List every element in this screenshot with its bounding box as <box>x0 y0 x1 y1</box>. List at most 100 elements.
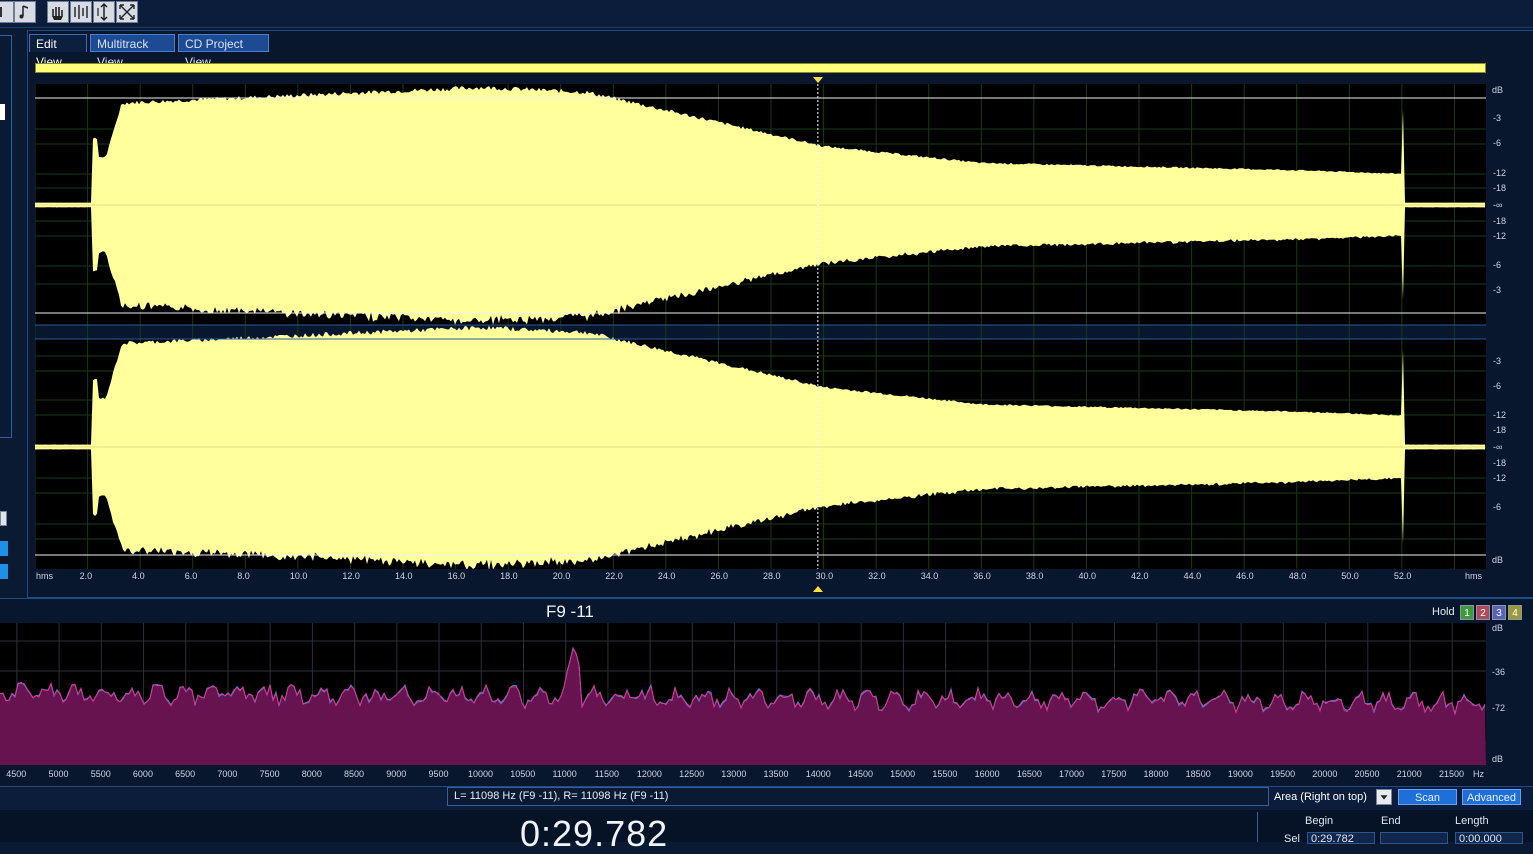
left-panel-control[interactable] <box>0 104 5 120</box>
time-display: 0:29.782 <box>520 813 669 854</box>
time-tick-label: 34.0 <box>920 571 939 581</box>
frequency-tick-label: 5000 <box>48 769 69 779</box>
frequency-tick-label: 12500 <box>679 769 705 779</box>
time-tick-label: 20.0 <box>552 571 571 581</box>
db-scale-tick: -12 <box>1493 410 1507 420</box>
cursor-marker-top-icon[interactable] <box>813 77 823 83</box>
time-tick-label: 14.0 <box>395 571 413 581</box>
db-scale-tick: -3 <box>1493 113 1502 123</box>
spectrum-db-top: dB <box>1492 623 1504 633</box>
tab-cd-project-view[interactable]: CD Project View <box>178 34 269 69</box>
zoom-fit-icon[interactable] <box>116 1 138 23</box>
db-scale-tick: -6 <box>1493 260 1502 270</box>
time-tick-label: 26.0 <box>710 571 728 581</box>
time-tick-label: 52.0 <box>1393 571 1412 581</box>
db-scale-tick: -3 <box>1493 285 1502 295</box>
frequency-tick-label: 10000 <box>468 769 494 779</box>
frequency-tick-label: 9500 <box>428 769 449 779</box>
hold-button-2[interactable]: 2 <box>1476 605 1490 620</box>
music-note-icon[interactable] <box>14 1 36 23</box>
frequency-tick-label: 4500 <box>6 769 27 779</box>
hold-label: Hold <box>1432 606 1455 618</box>
db-scale-tick: -6 <box>1493 138 1502 148</box>
area-mode-select[interactable]: Area (Right on top) <box>1274 788 1392 806</box>
frequency-tick-label: 11500 <box>594 769 620 779</box>
frequency-tick-label: 14000 <box>805 769 831 779</box>
time-tick-label: 2.0 <box>79 571 93 581</box>
left-dropdown-partial[interactable] <box>0 511 7 526</box>
zoom-vertical-icon[interactable] <box>93 1 115 23</box>
db-scale-tick: -18 <box>1493 425 1507 435</box>
end-label: End <box>1381 815 1401 827</box>
tab-edit-view[interactable]: Edit View <box>29 34 87 69</box>
frequency-tick-label: 13000 <box>721 769 747 779</box>
frequency-tick-label: 8000 <box>301 769 322 779</box>
db-scale-tick: -18 <box>1493 183 1507 193</box>
frequency-tick-label: 19500 <box>1270 769 1296 779</box>
time-tick-label: 18.0 <box>500 571 518 581</box>
frequency-tick-label: 21500 <box>1438 769 1464 779</box>
hold-button-4[interactable]: 4 <box>1508 605 1522 620</box>
left-button-partial-2[interactable] <box>0 564 8 579</box>
db-scale-tick: -12 <box>1493 168 1507 178</box>
length-label: Length <box>1455 815 1489 827</box>
frequency-tick-label: 17000 <box>1059 769 1085 779</box>
time-tick-label: 36.0 <box>973 571 991 581</box>
scrub-tool-icon[interactable] <box>70 1 92 23</box>
time-tick-label: 4.0 <box>132 571 145 581</box>
time-tick-label: 16.0 <box>447 571 466 581</box>
spectrum-display[interactable] <box>0 623 1486 765</box>
advanced-button[interactable]: Advanced <box>1462 789 1521 805</box>
hold-button-3[interactable]: 3 <box>1492 605 1506 620</box>
spectrum-db-bottom: dB <box>1492 754 1504 764</box>
end-value[interactable] <box>1380 832 1448 844</box>
frequency-tick-label: 9000 <box>386 769 407 779</box>
cursor-marker-bottom-icon[interactable] <box>813 586 823 592</box>
frequency-tick-label: 16000 <box>974 769 1000 779</box>
frequency-tick-label: 17500 <box>1101 769 1127 779</box>
db-scale-tick: -∞ <box>1493 442 1503 452</box>
frequency-tick-label: 10500 <box>510 769 536 779</box>
time-tick-label: 50.0 <box>1341 571 1359 581</box>
time-tick-label: 28.0 <box>763 571 781 581</box>
frequency-tick-label: 11000 <box>552 769 577 779</box>
spectrum-title: F9 -11 <box>546 602 594 621</box>
left-button-partial[interactable] <box>0 541 8 556</box>
frequency-tick-label: 6500 <box>175 769 196 779</box>
time-tick-label: 40.0 <box>1078 571 1096 581</box>
frequency-tick-label: 6000 <box>132 769 153 779</box>
toolbar <box>0 0 1533 28</box>
begin-value[interactable]: 0:29.782 <box>1307 832 1375 845</box>
spectrum-db-36: -36 <box>1492 667 1506 677</box>
spectrum-db-72: -72 <box>1492 703 1506 713</box>
time-unit-right: hms <box>1465 571 1483 581</box>
time-tick-label: 46.0 <box>1236 571 1254 581</box>
time-tick-label: 10.0 <box>289 571 308 581</box>
time-ruler[interactable]: hms hms 2.0 4.0 6.0 8.0 10.0 12.0 14.0 16.0 18.0… <box>35 569 1486 587</box>
tab-multitrack-view[interactable]: Multitrack View <box>90 34 175 69</box>
db-scale-tick: -6 <box>1493 381 1502 391</box>
db-scale-tick: -∞ <box>1493 200 1503 210</box>
db-scale-tick: -18 <box>1493 216 1507 226</box>
scan-button[interactable]: Scan <box>1398 789 1457 805</box>
frequency-tick-label: 16500 <box>1016 769 1042 779</box>
frequency-tick-label: 7000 <box>217 769 238 779</box>
db-scale-tick: -18 <box>1493 458 1507 468</box>
frequency-tick-label: 12000 <box>636 769 662 779</box>
sel-label: Sel <box>1284 833 1300 845</box>
chevron-down-icon[interactable] <box>1376 789 1392 805</box>
frequency-ruler: 4500 5000 5500 6000 6500 7000 7500 8000 8500 9000… <box>0 765 1486 785</box>
tool-button-partial[interactable] <box>0 1 14 23</box>
overview-bar[interactable] <box>35 63 1486 73</box>
length-value[interactable]: 0:00.000 <box>1455 832 1523 845</box>
left-panel-edge <box>0 35 12 438</box>
time-tick-label: 12.0 <box>342 571 360 581</box>
hold-button-1[interactable]: 1 <box>1460 605 1474 620</box>
frequency-tick-label: 5500 <box>90 769 111 779</box>
frequency-tick-label: 20500 <box>1354 769 1380 779</box>
db-scale-tick: -6 <box>1493 502 1502 512</box>
hand-tool-icon[interactable] <box>47 1 69 23</box>
frequency-tick-label: 20000 <box>1312 769 1338 779</box>
time-tick-label: 32.0 <box>868 571 886 581</box>
waveform-display[interactable] <box>35 84 1486 569</box>
